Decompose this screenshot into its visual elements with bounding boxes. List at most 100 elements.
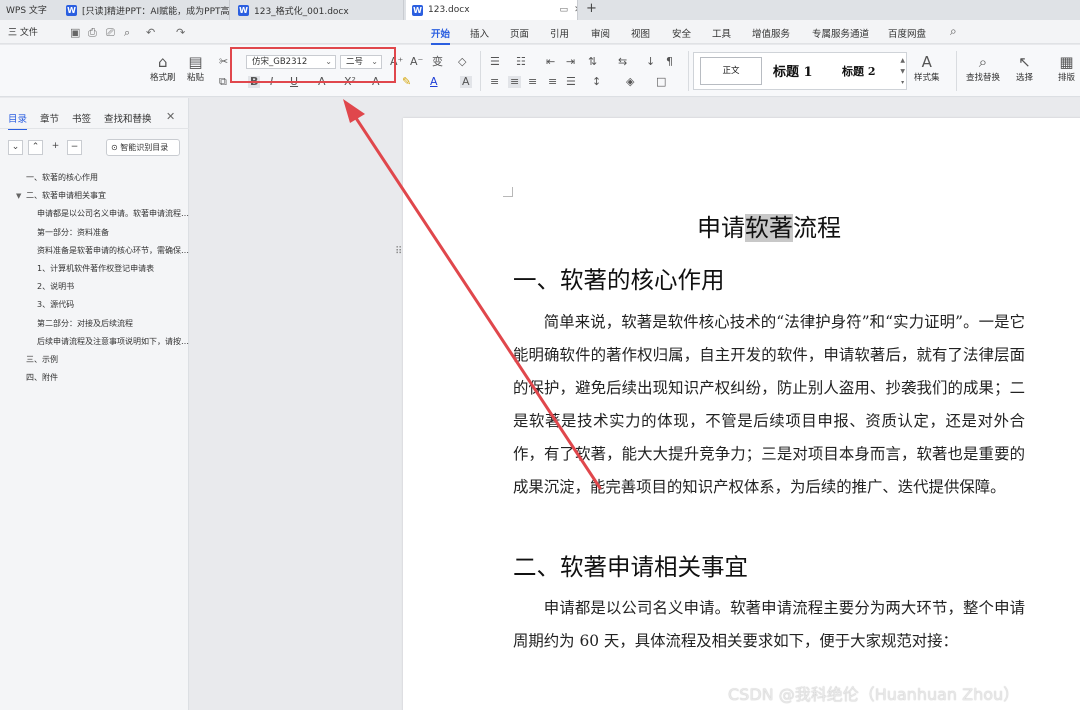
toc-item[interactable]: 1、计算机软件著作权登记申请表 [0,260,189,278]
print-icon[interactable]: ⎚ [106,26,115,40]
tab-baidu-netdisk[interactable]: 百度网盘 [888,26,926,40]
paragraph-1[interactable]: 简单来说，软著是软件核心技术的“法律护身符”和“实力证明”。一是它能明确软件的著… [513,306,1025,504]
bullet-list-icon[interactable]: ☰ [490,56,500,68]
tab-reference[interactable]: 引用 [550,26,569,40]
tab-tools[interactable]: 工具 [712,26,731,40]
search-icon[interactable]: ⌕ [950,24,957,39]
drag-handle-icon[interactable]: ⠿ [395,246,402,257]
char-shading-icon[interactable]: A [460,76,472,88]
toc-item[interactable]: 第一部分：资料准备 [0,224,189,242]
expand-all-icon[interactable]: ⌄ [8,140,23,155]
align-left-icon[interactable]: ≡ [490,76,499,88]
border-icon[interactable]: □ [656,76,666,88]
decrease-indent-icon[interactable]: ⇤ [546,56,555,68]
tab-insert[interactable]: 插入 [470,26,489,40]
toc-item[interactable]: 第二部分：对接及后续流程 [0,315,189,333]
paragraph-2[interactable]: 申请都是以公司名义申请。软著申请流程主要分为两大环节，整个申请周期约为 60 天… [513,592,1025,658]
collapse-all-icon[interactable]: ⌃ [28,140,43,155]
layout-button[interactable]: ▦ 排版 [1058,53,1075,83]
shading-icon[interactable]: ◈ [626,76,634,88]
style-normal[interactable]: 正文 [700,57,762,85]
wps-writer-icon: W [412,4,423,16]
nav-tab-find-replace[interactable]: 查找和替换 [104,111,152,125]
file-menu[interactable]: 三 文件 [8,25,38,38]
heading-2[interactable]: 二、软著申请相关事宜 [513,548,748,582]
cut-icon[interactable]: ✂ [219,56,228,68]
ribbon-divider [688,51,689,91]
toc-item[interactable]: 3、源代码 [0,296,189,314]
align-right-icon[interactable]: ≡ [528,76,537,88]
toc-item[interactable]: 资料准备是软著申请的核心环节，需确保材料完整规范 [0,242,189,260]
paste-button[interactable]: ▤ 粘贴 [187,53,204,83]
app-name: WPS 文字 [6,6,47,16]
text-direction-icon[interactable]: ⇅ [588,56,597,68]
tab-security[interactable]: 安全 [672,26,691,40]
styles-scroll-icon[interactable]: ▲ ▼ ▾ [900,55,905,88]
redo-icon[interactable]: ↷ [176,26,185,39]
toc-item[interactable]: 一、软著的核心作用 [0,169,189,187]
phonetic-icon[interactable]: 变 [432,56,443,68]
numbered-list-icon[interactable]: ☷ [516,56,526,68]
format-painter-button[interactable]: ⌂ 格式刷 [150,53,176,83]
ribbon-divider [480,51,481,91]
document-canvas[interactable]: ⠿ 申请软著流程 一、软著的核心作用 简单来说，软著是软件核心技术的“法律护身符… [190,98,1080,710]
close-tab-icon[interactable]: ✕ [574,5,577,15]
sort-icon[interactable]: ⇆ [618,56,627,68]
brush-icon: ⌂ [157,53,168,71]
tab-page[interactable]: 页面 [510,26,529,40]
toc-item[interactable]: 四、附件 [0,369,189,387]
tab-value-added[interactable]: 增值服务 [752,26,790,40]
document-page[interactable]: ⠿ 申请软著流程 一、软著的核心作用 简单来说，软著是软件核心技术的“法律护身符… [395,118,1080,710]
promote-icon[interactable]: + [48,140,63,155]
toc-item[interactable]: 2、说明书 [0,278,189,296]
tab-home[interactable]: 开始 [431,26,451,45]
wps-writer-icon: W [66,4,77,16]
undo-icon[interactable]: ↶ [146,26,155,39]
format-painter-label: 格式刷 [150,73,176,83]
doc-tab-active[interactable]: W 123.docx ▭ ✕ [406,0,578,20]
style-set-button[interactable]: A 样式集 [914,53,940,83]
export-icon[interactable]: ⎙ [88,26,97,40]
nav-tab-chapter[interactable]: 章节 [40,111,59,125]
document-title[interactable]: 申请软著流程 [513,208,1025,243]
save-icon[interactable]: ▣ [70,26,80,39]
nav-tab-toc[interactable]: 目录 [8,111,28,130]
highlight-icon[interactable]: ✎ [402,76,411,88]
justify-icon[interactable]: ≡ [548,76,557,88]
ribbon: ⌂ 格式刷 ▤ 粘贴 ✂ ⧉ 仿宋_GB2312 ⌄ 二号 ⌄ A⁺ A⁻ 变 … [0,45,1080,97]
tab-view[interactable]: 视图 [631,26,650,40]
toc-item[interactable]: 后续申请流程及注意事项说明如下，请按要求对接 [0,333,189,351]
toc-item[interactable]: 三、示例 [0,351,189,369]
clear-format-icon[interactable]: ◇ [458,56,466,68]
preview-icon[interactable]: ⌕ [124,26,130,40]
find-replace-button[interactable]: ⌕ 查找替换 [966,53,1000,83]
heading-1[interactable]: 一、软著的核心作用 [513,261,725,295]
align-center-icon[interactable]: ≡ [508,76,522,88]
show-marks-icon[interactable]: ¶ [666,56,673,68]
nav-tab-bookmark[interactable]: 书签 [72,111,91,125]
toc-list: 一、软著的核心作用 ▼ 二、软著申请相关事宜 申请都是以公司名义申请。软著申请流程… [0,169,189,387]
ribbon-divider [956,51,957,91]
style-heading-2[interactable]: 标题 2 [842,63,875,79]
close-icon[interactable]: ✕ [166,110,175,123]
sort-az-icon[interactable]: ↓ [646,56,655,68]
line-spacing-icon[interactable]: ↕ [592,76,601,88]
increase-indent-icon[interactable]: ⇥ [566,56,575,68]
doc-tab-format[interactable]: W 123_格式化_001.docx [232,0,404,20]
distributed-icon[interactable]: ☰ [566,76,576,88]
select-button[interactable]: ↖ 选择 [1016,53,1033,83]
new-tab-icon[interactable]: + [586,1,597,16]
window-icon[interactable]: ▭ [560,5,569,15]
tab-review[interactable]: 审阅 [591,26,610,40]
style-heading-1[interactable]: 标题 1 [773,61,813,80]
font-color-icon[interactable]: A [430,76,438,88]
tab-exclusive-service[interactable]: 专属服务通道 [812,26,869,40]
expand-caret-icon[interactable]: ▼ [16,187,21,205]
demote-icon[interactable]: − [67,140,82,155]
shrink-font-icon[interactable]: A⁻ [410,56,423,68]
toc-item[interactable]: 申请都是以公司名义申请。软著申请流程主要分为两大环节 [0,205,189,223]
doc-tab-ppt[interactable]: W [只读]精进PPT：AI赋能，成为PPT高手 [60,0,230,20]
toc-item[interactable]: ▼ 二、软著申请相关事宜 [0,187,189,205]
copy-icon[interactable]: ⧉ [219,76,227,88]
smart-toc-button[interactable]: ⊙ 智能识别目录 [106,139,180,156]
